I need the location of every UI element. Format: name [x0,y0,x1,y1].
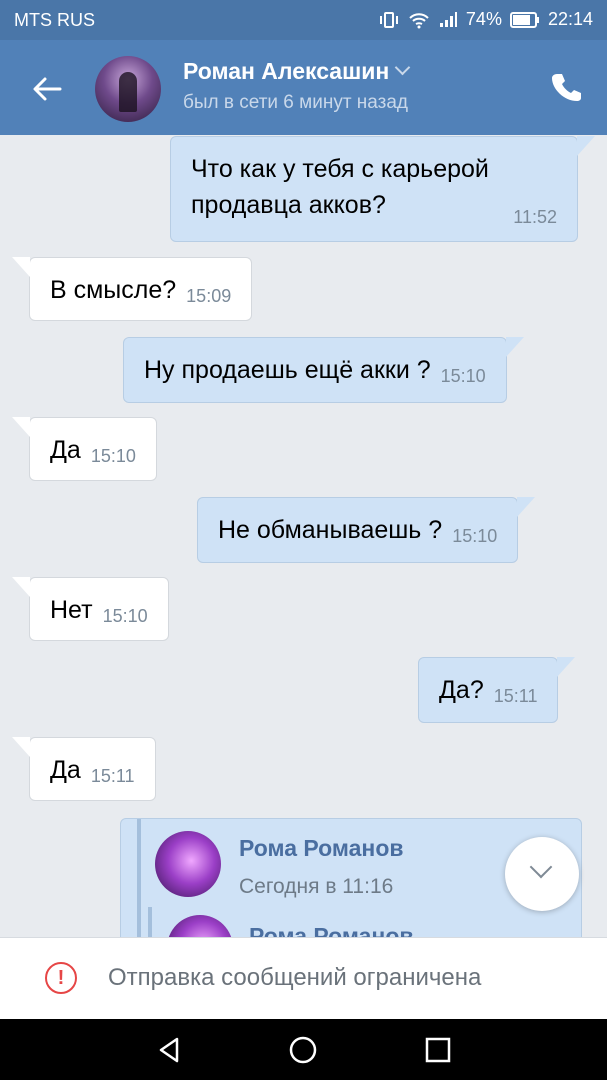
forwarded-avatar[interactable] [155,831,221,897]
system-nav-bar [0,1019,607,1080]
message-incoming[interactable]: Да 15:11 [12,737,156,801]
message-incoming[interactable]: Нет 15:10 [12,577,169,641]
chat-header: Роман Алексашин был в сети 6 минут назад [0,40,607,135]
message-time: 15:11 [493,686,538,706]
chevron-down-icon [529,855,553,879]
last-seen-status: был в сети 6 минут назад [183,92,409,113]
message-time: 15:09 [186,286,232,306]
message-time: 15:10 [440,366,486,386]
status-bar: MTS RUS 74% 22:14 [0,0,607,40]
chevron-down-icon [395,59,411,76]
message-time: 15:11 [90,766,135,786]
recents-square-icon[interactable] [423,1035,453,1065]
message-outgoing[interactable]: Что как у тебя с карьерой продавца акков… [170,136,595,242]
message-text: Ну продаешь ещё акки ? [144,356,431,384]
message-text: Нет [50,596,93,624]
contact-name-text: Роман Алексашин [183,58,390,84]
message-list[interactable]: Что как у тебя с карьерой продавца акков… [0,135,607,937]
scroll-down-button[interactable] [505,837,579,911]
message-outgoing[interactable]: Не обманываешь ? 15:10 [197,497,536,563]
message-incoming[interactable]: Да 15:10 [12,417,157,481]
back-triangle-icon[interactable] [155,1035,185,1065]
message-text-line2: продавца акков? [191,191,386,219]
message-text-line1: Что как у тебя с карьерой [191,155,489,183]
forwarded-author[interactable]: Рома Романов [239,835,404,862]
forwarded-date: Сегодня в 11:16 [239,875,394,898]
carrier-label: MTS RUS [14,10,95,30]
message-time: 15:10 [102,606,148,626]
warning-icon: ! [45,962,77,994]
nested-forwarded-avatar[interactable] [167,915,233,937]
nested-forward-bar [148,907,152,937]
signal-icon [439,11,457,27]
wifi-icon [409,12,429,28]
restricted-text: Отправка сообщений ограничена [108,964,482,991]
status-right: 74% 22:14 [378,9,593,30]
input-restricted-banner: ! Отправка сообщений ограничена [0,937,607,1020]
message-outgoing[interactable]: Ну продаешь ещё акки ? 15:10 [123,337,524,403]
message-time: 11:52 [513,207,557,227]
avatar[interactable] [95,56,161,122]
message-text: В смысле? [50,276,177,304]
nested-forwarded-author[interactable]: Рома Романов [249,923,414,937]
message-time: 15:10 [452,526,498,546]
battery-percent: 74% [465,9,502,29]
forward-bar [137,819,141,937]
contact-name[interactable]: Роман Алексашин [183,58,411,85]
message-text: Да [50,756,81,784]
home-circle-icon[interactable] [288,1035,318,1065]
message-text: Да [50,436,81,464]
message-text: Да? [439,676,484,704]
message-incoming[interactable]: В смысле? 15:09 [11,257,253,321]
back-arrow-icon[interactable] [30,72,64,106]
message-text: Не обманываешь ? [218,516,443,544]
phone-icon[interactable] [549,70,583,104]
vibration-icon [379,11,398,28]
message-outgoing[interactable]: Да? 15:11 [418,657,576,723]
message-time: 15:10 [90,446,136,466]
clock: 22:14 [547,9,593,29]
battery-icon [509,11,539,28]
